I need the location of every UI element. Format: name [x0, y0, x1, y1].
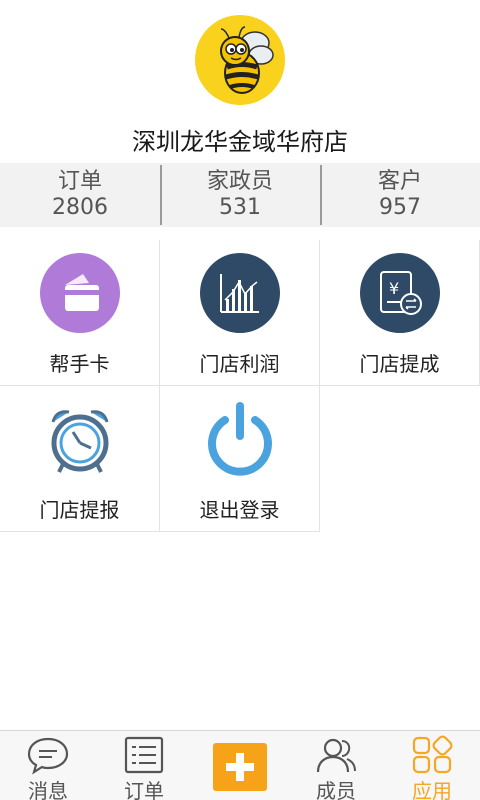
bar-chart-icon [200, 253, 280, 333]
app-helper-card[interactable]: 帮手卡 [0, 240, 160, 386]
stat-value: 957 [379, 195, 421, 220]
stat-value: 2806 [52, 195, 108, 220]
app-store-commission[interactable]: ¥ 门店提成 [320, 240, 480, 386]
stat-customers[interactable]: 客户 957 [320, 163, 480, 227]
stat-housekeepers[interactable]: 家政员 531 [160, 163, 320, 227]
app-label: 门店提成 [359, 352, 440, 376]
tab-label: 成员 [316, 779, 356, 800]
app-store-profit[interactable]: 门店利润 [160, 240, 320, 386]
card-icon [40, 253, 120, 333]
tab-label: 订单 [124, 779, 164, 800]
stat-orders[interactable]: 订单 2806 [0, 163, 160, 227]
store-name: 深圳龙华金域华府店 [132, 128, 348, 156]
commission-icon: ¥ [360, 253, 440, 333]
app-label: 门店提报 [39, 498, 120, 522]
power-icon [208, 402, 272, 476]
stat-value: 531 [219, 195, 261, 220]
stats-bar: 订单 2806 家政员 531 客户 957 [0, 163, 480, 227]
tab-members[interactable]: 成员 [288, 731, 384, 800]
tab-label: 消息 [28, 779, 68, 800]
tab-add[interactable] [192, 731, 288, 800]
bottom-tab-bar: 消息 订单 成员 应用 [0, 730, 480, 800]
apps-icon [412, 735, 453, 774]
app-logout[interactable]: 退出登录 [160, 386, 320, 532]
svg-text:¥: ¥ [389, 279, 399, 298]
app-label: 门店利润 [199, 352, 280, 376]
stat-label: 客户 [377, 169, 422, 194]
tab-orders[interactable]: 订单 [96, 731, 192, 800]
plus-icon[interactable] [213, 743, 267, 791]
store-header: 深圳龙华金域华府店 [0, 0, 480, 162]
chat-icon [27, 737, 69, 775]
list-icon [124, 736, 164, 774]
stat-label: 家政员 [206, 169, 273, 194]
tab-apps[interactable]: 应用 [384, 731, 480, 800]
stat-label: 订单 [57, 169, 102, 194]
tab-messages[interactable]: 消息 [0, 731, 96, 800]
bee-logo-icon [195, 15, 285, 105]
app-store-report[interactable]: 门店提报 [0, 386, 160, 532]
alarm-clock-icon [51, 410, 109, 473]
tab-label: 应用 [412, 779, 452, 800]
app-label: 帮手卡 [49, 352, 110, 376]
app-label: 退出登录 [199, 498, 280, 522]
members-icon [316, 738, 356, 773]
